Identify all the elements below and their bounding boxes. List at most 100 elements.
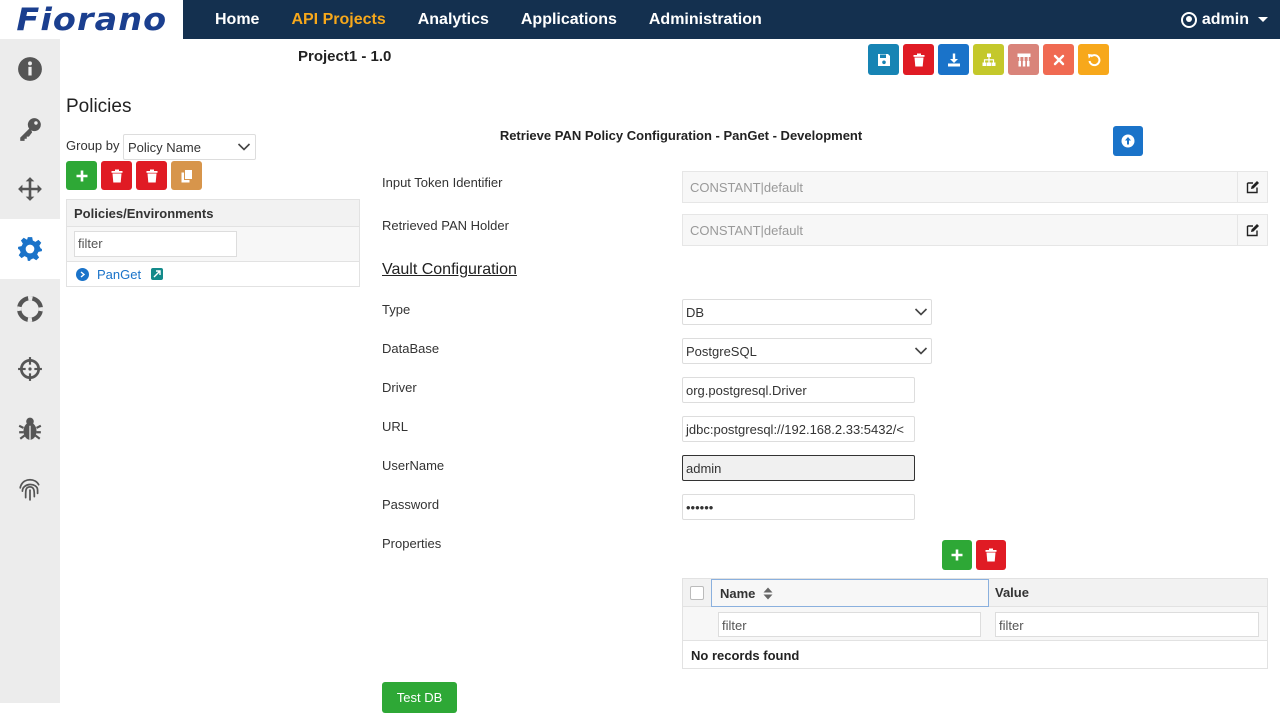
nav-home[interactable]: Home <box>199 11 275 29</box>
add-policy-button[interactable] <box>66 161 97 190</box>
download-icon <box>947 53 960 66</box>
group-by-select[interactable]: Policy Name <box>123 134 256 160</box>
input-token-value: CONSTANT|default <box>690 180 803 195</box>
nav-analytics[interactable]: Analytics <box>402 11 505 29</box>
policies-filter-input[interactable]: filter <box>74 231 237 257</box>
plus-icon <box>76 170 87 181</box>
group-by-label: Group by <box>66 138 120 153</box>
main-nav: Home API Projects Analytics Applications… <box>199 0 778 39</box>
database-label: DataBase <box>382 341 440 356</box>
input-token-label: Input Token Identifier <box>382 175 503 190</box>
delete-environment-button[interactable] <box>136 161 167 190</box>
trash-icon <box>913 53 924 66</box>
user-name: admin <box>1201 10 1249 28</box>
nav-applications[interactable]: Applications <box>505 11 633 29</box>
delete-policy-button[interactable] <box>101 161 132 190</box>
sort-icon <box>763 587 773 599</box>
table-header: Name Value <box>683 579 1267 607</box>
chevron-right-icon[interactable] <box>76 267 89 281</box>
sidebar-item-key[interactable] <box>0 99 60 159</box>
upload-button[interactable] <box>1113 126 1143 156</box>
password-input[interactable]: •••••• <box>682 494 915 520</box>
edit-input-token-button[interactable] <box>1237 172 1267 202</box>
caret-down-icon <box>1258 17 1268 22</box>
undo-button[interactable] <box>1078 44 1109 75</box>
fingerprint-icon <box>19 478 40 501</box>
value-filter-input[interactable]: filter <box>995 612 1259 637</box>
close-button[interactable] <box>1043 44 1074 75</box>
username-input[interactable]: admin <box>682 455 915 481</box>
driver-input[interactable]: org.postgresql.Driver <box>682 377 915 403</box>
type-select[interactable]: DB <box>682 299 932 325</box>
policy-actions <box>66 161 202 190</box>
username-label: UserName <box>382 458 445 473</box>
name-column-header[interactable]: Name <box>711 579 989 607</box>
retrieved-pan-label: Retrieved PAN Holder <box>382 218 509 233</box>
delete-button[interactable] <box>903 44 934 75</box>
no-records-message: No records found <box>691 648 800 663</box>
retrieved-pan-value: CONSTANT|default <box>690 223 803 238</box>
download-button[interactable] <box>938 44 969 75</box>
user-menu[interactable]: admin <box>1180 0 1268 39</box>
vault-configuration-heading: Vault Configuration <box>382 261 517 278</box>
chevron-down-icon <box>237 143 251 151</box>
sidebar-item-target[interactable] <box>0 339 60 399</box>
type-label: Type <box>382 302 411 317</box>
policies-title: Policies <box>66 96 132 117</box>
info-icon <box>18 57 42 81</box>
value-column-header[interactable]: Value <box>995 585 1029 600</box>
policies-environments-header: Policies/Environments <box>66 199 360 227</box>
url-label: URL <box>382 419 409 434</box>
logo-text: Fiorano <box>16 1 167 38</box>
crosshair-icon <box>18 357 42 381</box>
properties-table: Name Value filter filter No records foun… <box>682 578 1268 669</box>
input-token-field: CONSTANT|default <box>682 171 1268 203</box>
test-db-button[interactable]: Test DB <box>382 682 457 713</box>
edit-retrieved-pan-button[interactable] <box>1237 215 1267 245</box>
save-button[interactable] <box>868 44 899 75</box>
add-property-button[interactable] <box>942 540 972 570</box>
properties-label: Properties <box>382 536 442 551</box>
key-icon <box>20 118 41 141</box>
nav-administration[interactable]: Administration <box>633 11 778 29</box>
top-navbar: Fiorano Home API Projects Analytics Appl… <box>0 0 1280 39</box>
bug-icon <box>18 417 42 440</box>
properties-actions <box>942 540 1006 570</box>
url-input[interactable]: jdbc:postgresql://192.168.2.33:5432/< <box>682 416 915 442</box>
move-icon <box>18 177 42 201</box>
database-value: PostgreSQL <box>686 343 757 359</box>
config-title: Retrieve PAN Policy Configuration - PanG… <box>499 128 863 143</box>
hierarchy-button[interactable] <box>1008 44 1039 75</box>
copy-policy-button[interactable] <box>171 161 202 190</box>
database-select[interactable]: PostgreSQL <box>682 338 932 364</box>
project-title: Project1 - 1.0 <box>298 48 392 65</box>
policy-name[interactable]: PanGet <box>97 267 141 282</box>
user-circle-icon <box>1180 11 1197 28</box>
sidebar-item-settings[interactable] <box>0 219 60 279</box>
delete-property-button[interactable] <box>976 540 1006 570</box>
select-all-checkbox[interactable] <box>690 586 704 600</box>
sidebar-item-security[interactable] <box>0 459 60 519</box>
driver-label: Driver <box>382 380 417 395</box>
policy-tree-item[interactable]: PanGet <box>66 261 360 287</box>
project-toolbar <box>868 44 1109 75</box>
sidebar-item-support[interactable] <box>0 279 60 339</box>
external-link-icon[interactable] <box>151 268 164 280</box>
type-value: DB <box>686 304 705 320</box>
upload-circle-icon <box>1121 134 1135 148</box>
edit-icon <box>1246 224 1259 237</box>
save-icon <box>877 53 890 66</box>
sitemap-icon <box>982 53 995 66</box>
sidebar-item-debug[interactable] <box>0 399 60 459</box>
chevron-down-icon <box>914 308 928 316</box>
nav-api-projects[interactable]: API Projects <box>275 11 401 29</box>
sidebar-item-info[interactable] <box>0 39 60 99</box>
policies-filter-row: filter <box>66 227 360 261</box>
close-icon <box>1053 54 1064 65</box>
name-filter-input[interactable]: filter <box>718 612 981 637</box>
lifebuoy-icon <box>17 296 43 322</box>
gear-icon <box>18 237 42 261</box>
sitemap-button[interactable] <box>973 44 1004 75</box>
sidebar-item-move[interactable] <box>0 159 60 219</box>
brand-logo[interactable]: Fiorano <box>0 0 183 39</box>
